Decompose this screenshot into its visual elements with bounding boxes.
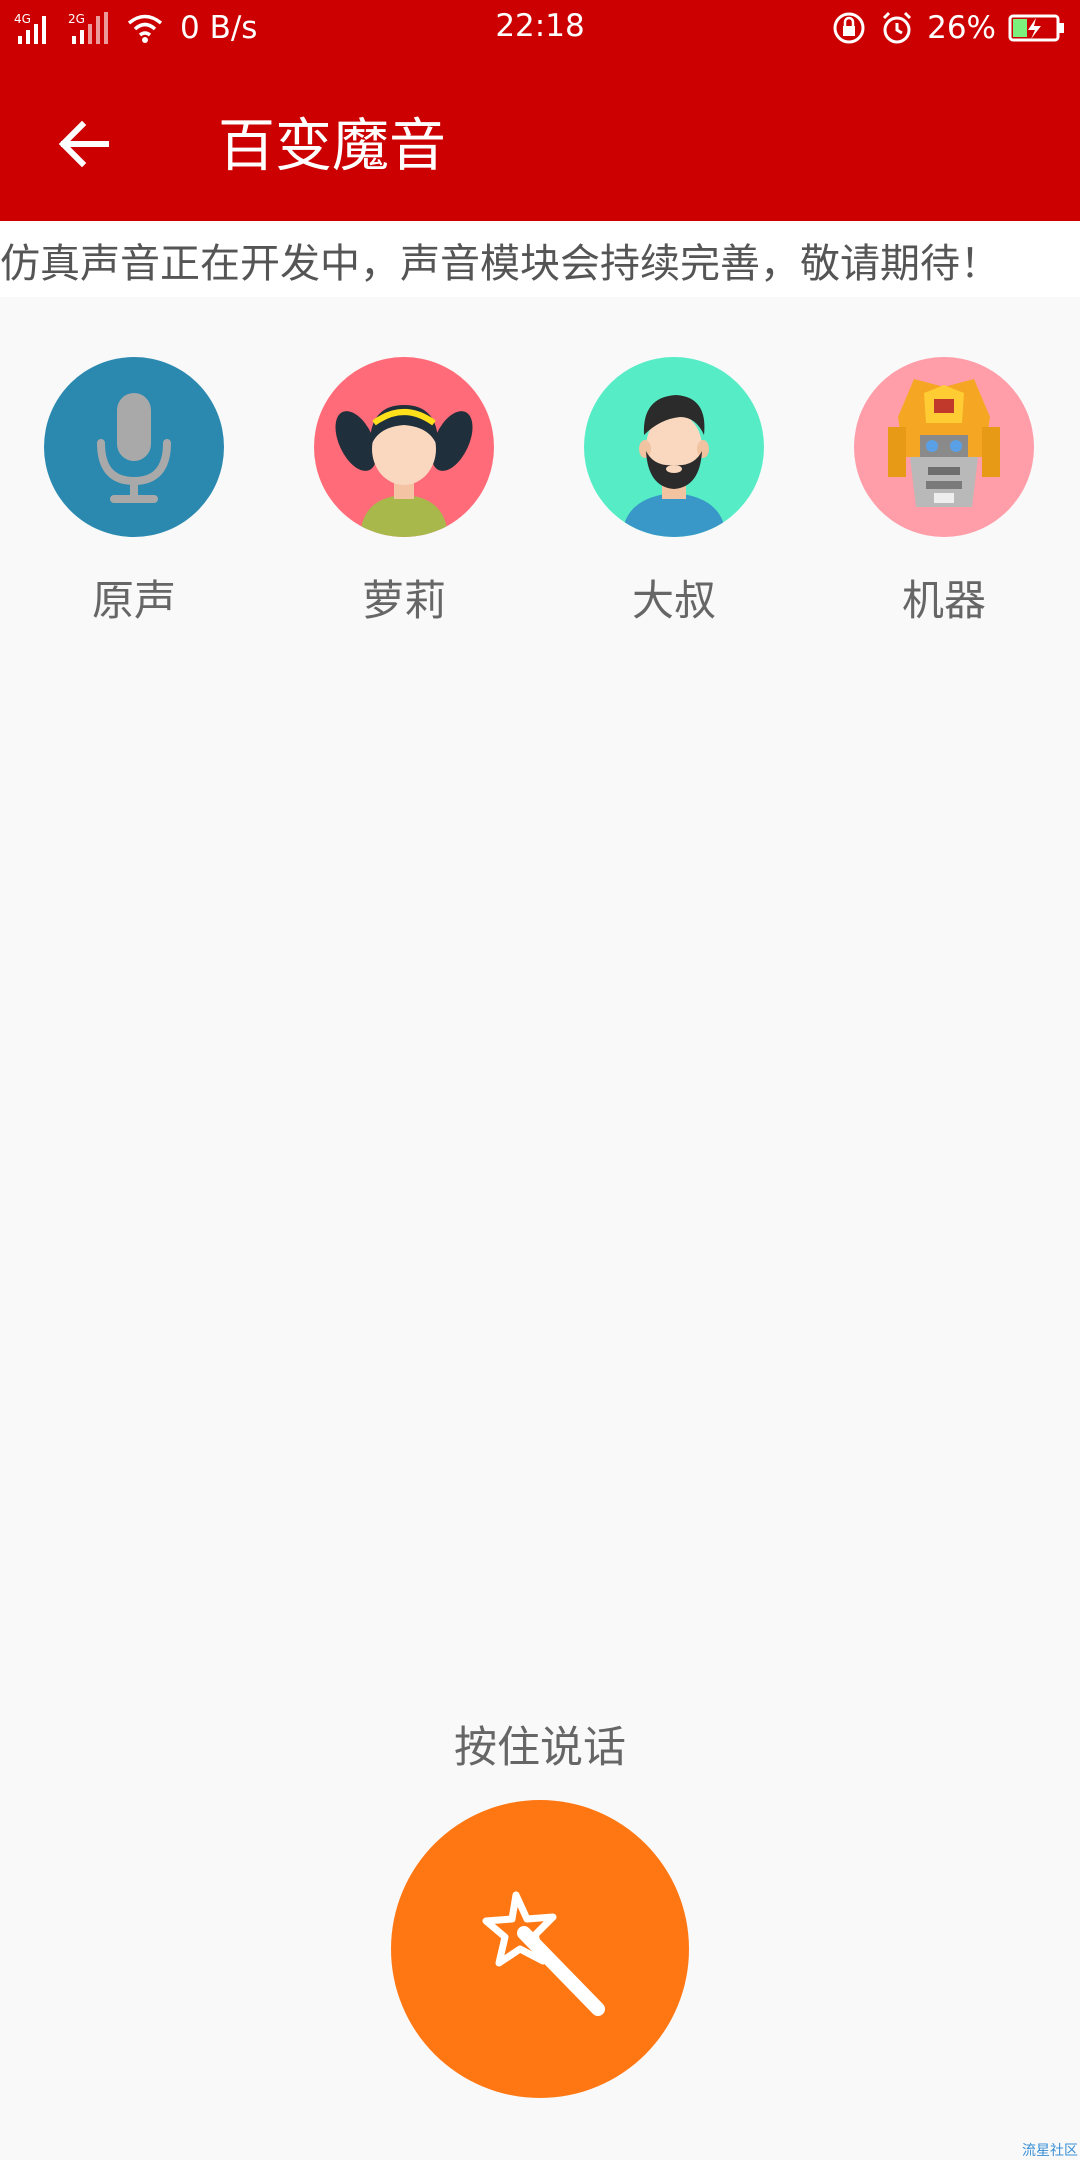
voice-label: 大叔 <box>631 576 716 625</box>
rotation-lock-icon <box>833 12 865 44</box>
alarm-icon <box>883 11 912 44</box>
hold-to-talk-button[interactable] <box>391 1800 689 2098</box>
girl-avatar-icon <box>314 357 494 537</box>
status-bar: 4G 2G 0 B/s 22:18 26% <box>0 0 1080 56</box>
voice-option-robot[interactable]: 机器 <box>854 357 1034 628</box>
back-button[interactable] <box>44 104 124 184</box>
app-bar: 百变魔音 <box>0 56 1080 221</box>
page-title: 百变魔音 <box>218 113 446 179</box>
voice-label: 萝莉 <box>361 576 446 625</box>
magic-wand-icon <box>482 1891 605 2016</box>
hold-to-talk-label: 按住说话 <box>454 1723 626 1773</box>
battery-charging-icon <box>1008 14 1064 42</box>
notice-text: 仿真声音正在开发中，声音模块会持续完善，敬请期待！ <box>0 241 1000 287</box>
watermark: 流星社区 <box>1022 2143 1078 2159</box>
voice-label: 机器 <box>901 576 986 625</box>
microphone-icon <box>44 357 224 537</box>
bearded-man-avatar-icon <box>584 357 764 537</box>
voice-label: 原声 <box>91 576 176 625</box>
screen: 4G 2G 0 B/s 22:18 26% 百变魔音 仿真声音正在开发中，声音模… <box>0 0 1080 2160</box>
voice-option-loli[interactable]: 萝莉 <box>314 357 494 628</box>
voice-option-uncle[interactable]: 大叔 <box>584 357 764 628</box>
robot-avatar-icon <box>854 357 1034 537</box>
notice-bar: 仿真声音正在开发中，声音模块会持续完善，敬请期待！ <box>0 221 1080 297</box>
battery-percent: 26% <box>927 10 996 46</box>
voice-option-original[interactable]: 原声 <box>44 357 224 628</box>
status-right: 26% <box>831 8 1066 48</box>
arrow-left-icon <box>58 120 109 168</box>
